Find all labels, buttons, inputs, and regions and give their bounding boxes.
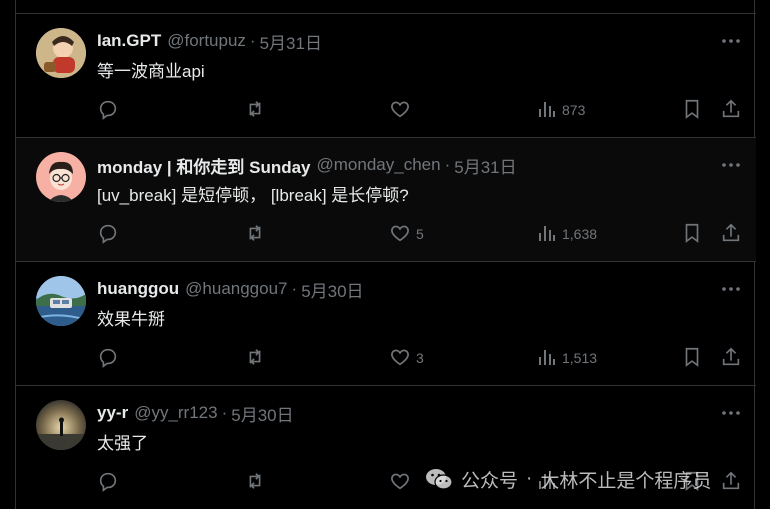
avatar[interactable] xyxy=(36,28,86,78)
repost-button[interactable] xyxy=(243,222,272,246)
views-chart-icon xyxy=(537,223,557,246)
author-name[interactable]: Ian.GPT xyxy=(97,31,161,51)
repost-button[interactable] xyxy=(243,470,272,494)
share-icon xyxy=(720,470,742,495)
author-handle[interactable]: @huanggou7 xyxy=(185,279,287,299)
author-name[interactable]: monday | 和你走到 Sunday xyxy=(97,153,311,178)
author-handle[interactable]: @yy_rr123 xyxy=(134,403,217,423)
avatar[interactable] xyxy=(36,400,86,450)
views-chart-icon xyxy=(537,347,557,370)
bookmark-button[interactable] xyxy=(681,346,703,370)
reply-button[interactable] xyxy=(97,222,124,246)
more-options-icon[interactable] xyxy=(720,30,742,52)
more-options-icon[interactable] xyxy=(720,278,742,300)
share-button[interactable] xyxy=(720,98,742,122)
like-count: 5 xyxy=(416,226,424,242)
bookmark-button[interactable] xyxy=(681,222,703,246)
post-text: 太强了 xyxy=(97,434,148,453)
bookmark-icon xyxy=(681,222,703,247)
post-item[interactable]: huanggou @huanggou7 · 5月30日 效果牛掰 3 1,513 xyxy=(16,262,756,386)
post-date[interactable]: 5月30日 xyxy=(231,401,293,426)
author-handle[interactable]: @monday_chen xyxy=(317,155,441,175)
share-icon xyxy=(720,98,742,123)
post-header: huanggou @huanggou7 · 5月30日 xyxy=(97,277,364,301)
reply-icon xyxy=(97,470,119,495)
post-text: 效果牛掰 xyxy=(97,310,165,329)
post-date[interactable]: 5月31日 xyxy=(454,153,516,178)
bookmark-icon xyxy=(681,346,703,371)
post-header: Ian.GPT @fortupuz · 5月31日 xyxy=(97,29,322,53)
repost-button[interactable] xyxy=(243,98,272,122)
post-date[interactable]: 5月30日 xyxy=(301,277,363,302)
post-header: yy-r @yy_rr123 · 5月30日 xyxy=(97,401,294,425)
post-actions: 873 xyxy=(97,98,747,122)
views-button[interactable]: 1,513 xyxy=(537,346,597,370)
share-button[interactable] xyxy=(720,222,742,246)
share-icon xyxy=(720,346,742,371)
repost-button[interactable] xyxy=(243,346,272,370)
post-actions: 5 1,638 xyxy=(97,222,747,246)
views-button[interactable] xyxy=(537,470,562,494)
heart-icon xyxy=(389,98,411,123)
bookmark-button[interactable] xyxy=(681,98,703,122)
reply-button[interactable] xyxy=(97,470,124,494)
reply-icon xyxy=(97,346,119,371)
reply-button[interactable] xyxy=(97,346,124,370)
views-button[interactable]: 873 xyxy=(537,98,585,122)
heart-icon xyxy=(389,346,411,371)
like-button[interactable] xyxy=(389,98,416,122)
views-chart-icon xyxy=(537,471,557,494)
share-button[interactable] xyxy=(720,346,742,370)
separator-dot: · xyxy=(444,155,451,174)
separator-dot: · xyxy=(221,403,228,422)
post-item[interactable]: Ian.GPT @fortupuz · 5月31日 等一波商业api 873 xyxy=(16,14,756,138)
post-header: monday | 和你走到 Sunday @monday_chen · 5月31… xyxy=(97,153,517,177)
author-handle[interactable]: @fortupuz xyxy=(167,31,246,51)
post-item[interactable]: monday | 和你走到 Sunday @monday_chen · 5月31… xyxy=(16,138,756,262)
repost-icon xyxy=(243,346,267,371)
repost-icon xyxy=(243,222,267,247)
avatar[interactable] xyxy=(36,276,86,326)
views-chart-icon xyxy=(537,99,557,122)
more-options-icon[interactable] xyxy=(720,154,742,176)
heart-icon xyxy=(389,222,411,247)
avatar[interactable] xyxy=(36,152,86,202)
bookmark-icon xyxy=(681,470,703,495)
repost-icon xyxy=(243,470,267,495)
post-actions: 3 1,513 xyxy=(97,346,747,370)
share-button[interactable] xyxy=(720,470,742,494)
views-count: 873 xyxy=(562,102,586,118)
views-count: 1,513 xyxy=(562,350,598,366)
views-button[interactable]: 1,638 xyxy=(537,222,597,246)
heart-icon xyxy=(389,470,411,495)
bookmark-icon xyxy=(681,98,703,123)
more-options-icon[interactable] xyxy=(720,402,742,424)
like-count: 3 xyxy=(416,350,424,366)
post-actions xyxy=(97,470,747,494)
reply-icon xyxy=(97,98,119,123)
like-button[interactable]: 3 xyxy=(389,346,424,370)
post-text: 等一波商业api xyxy=(97,62,205,81)
separator-dot: · xyxy=(249,31,256,50)
author-name[interactable]: huanggou xyxy=(97,279,179,299)
timeline-feed: Ian.GPT @fortupuz · 5月31日 等一波商业api 873 m… xyxy=(15,0,756,509)
like-button[interactable] xyxy=(389,470,416,494)
separator-dot: · xyxy=(291,279,298,298)
post-text: [uv_break] 是短停顿， [lbreak] 是长停顿? xyxy=(97,186,409,205)
share-icon xyxy=(720,222,742,247)
reply-icon xyxy=(97,222,119,247)
repost-icon xyxy=(243,98,267,123)
like-button[interactable]: 5 xyxy=(389,222,424,246)
post-date[interactable]: 5月31日 xyxy=(260,29,322,54)
author-name[interactable]: yy-r xyxy=(97,403,128,423)
previous-post-edge xyxy=(16,0,756,14)
bookmark-button[interactable] xyxy=(681,470,703,494)
reply-button[interactable] xyxy=(97,98,124,122)
views-count: 1,638 xyxy=(562,226,598,242)
post-item[interactable]: yy-r @yy_rr123 · 5月30日 太强了 xyxy=(16,386,756,509)
